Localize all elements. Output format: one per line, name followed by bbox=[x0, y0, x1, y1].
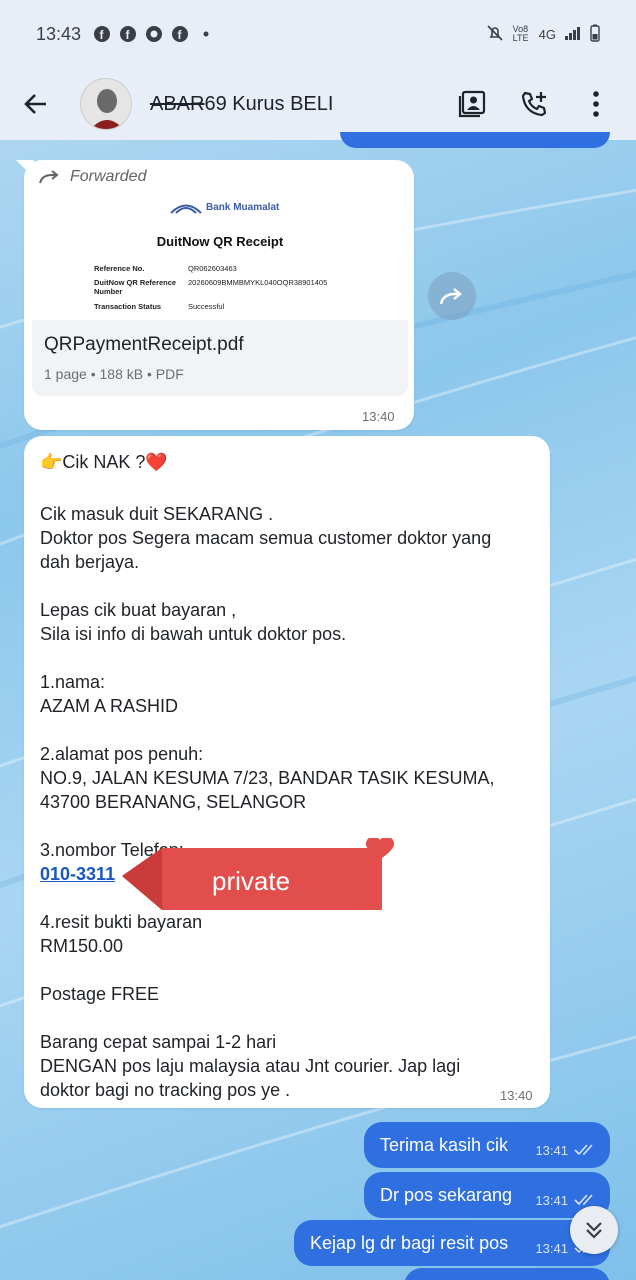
receipt-key: Reference No. bbox=[94, 264, 145, 273]
outgoing-text: Dr pos sekarang bbox=[380, 1184, 513, 1205]
message-line: NO.9, JALAN KESUMA 7/23, BANDAR TASIK KE… bbox=[40, 768, 495, 788]
outgoing-text: Kejap lg dr bagi resit pos bbox=[310, 1232, 509, 1253]
message-time: 13:40 bbox=[500, 1088, 533, 1103]
message-line: Doktor pos Segera macam semua customer d… bbox=[40, 528, 492, 548]
file-meta: 1 page • 188 kB • PDF bbox=[44, 366, 184, 382]
status-time: 13:43 bbox=[36, 23, 82, 44]
back-arrow-icon bbox=[24, 94, 46, 114]
message-time: 13:40 bbox=[362, 409, 395, 424]
chevron-double-down-icon bbox=[586, 1222, 602, 1239]
outgoing-bubble-partial[interactable] bbox=[340, 132, 610, 148]
message-line: AZAM A RASHID bbox=[40, 696, 179, 716]
add-call-button[interactable] bbox=[514, 84, 554, 124]
forward-icon bbox=[39, 170, 59, 184]
file-name: QRPaymentReceipt.pdf bbox=[44, 334, 244, 355]
message-line: DENGAN pos laju malaysia atau Jnt courie… bbox=[40, 1056, 461, 1076]
facebook-icon: f bbox=[171, 25, 189, 43]
volte-label: Vo8 LTE bbox=[512, 24, 529, 43]
incoming-pdf-message[interactable]: Forwarded Bank Muamalat DuitNow QR Recei… bbox=[24, 160, 414, 430]
mute-icon bbox=[485, 23, 505, 46]
message-line: dah berjaya. bbox=[40, 552, 140, 572]
message-line: 43700 BERANANG, SELANGOR bbox=[40, 792, 307, 812]
bank-muamalat-logo-icon bbox=[170, 204, 202, 214]
scroll-to-bottom-button[interactable] bbox=[570, 1206, 618, 1254]
read-receipt-icon bbox=[574, 1144, 593, 1156]
outgoing-text: Terima kasih cik bbox=[380, 1134, 509, 1155]
receipt-title: DuitNow QR Receipt bbox=[156, 234, 284, 249]
more-options-button[interactable] bbox=[576, 84, 616, 124]
chat-title-rest: 69 Kurus BELI bbox=[204, 92, 334, 115]
receipt-row: Reference No. QR062603463 bbox=[94, 264, 237, 273]
outgoing-time: 13:41 bbox=[535, 1192, 568, 1208]
message-line: Barang cepat sampai 1-2 hari bbox=[40, 1032, 277, 1052]
message-line: Sila isi info di bawah untuk doktor pos. bbox=[40, 624, 347, 644]
forward-button[interactable] bbox=[428, 272, 476, 320]
message-line: RM150.00 bbox=[40, 936, 124, 956]
receipt-row: DuitNow QR Reference Number 20260609BMMB… bbox=[94, 278, 327, 296]
forwarded-label: Forwarded bbox=[70, 168, 147, 185]
outgoing-message[interactable]: Terima kasih cik 13:41 bbox=[364, 1122, 610, 1168]
chat-header: ABAR69 Kurus BELI bbox=[0, 68, 636, 140]
avatar[interactable] bbox=[80, 78, 132, 130]
pdf-preview: Bank Muamalat DuitNow QR Receipt Referen… bbox=[32, 196, 408, 320]
network-label: 4G bbox=[538, 26, 556, 42]
battery-icon bbox=[590, 24, 600, 45]
receipt-value: Successful bbox=[188, 302, 225, 311]
message-line: Lepas cik buat bayaran , bbox=[40, 600, 237, 620]
status-bar: 13:43 f f f Vo8 LTE 4G bbox=[0, 0, 636, 68]
receipt-key: Transaction Status bbox=[94, 302, 162, 311]
facebook-icon: f bbox=[93, 25, 111, 43]
forwarded-indicator: Forwarded bbox=[38, 168, 146, 186]
forward-icon bbox=[439, 288, 462, 305]
outgoing-bubble-partial[interactable] bbox=[404, 1268, 610, 1280]
bank-name: Bank Muamalat bbox=[206, 201, 280, 213]
receipt-value: 20260609BMMBMYKL040OQR38901405 bbox=[188, 278, 328, 287]
dot-icon bbox=[197, 25, 215, 43]
bank-logo: Bank Muamalat bbox=[170, 200, 279, 214]
private-label: private bbox=[212, 866, 291, 896]
outgoing-message[interactable]: Dr pos sekarang 13:41 bbox=[364, 1172, 610, 1218]
chat-title[interactable]: ABAR69 Kurus BELI bbox=[150, 93, 333, 116]
outgoing-time: 13:41 bbox=[535, 1142, 568, 1158]
outgoing-time: 13:41 bbox=[535, 1240, 568, 1256]
receipt-row: Transaction Status Successful bbox=[94, 302, 224, 311]
chat-title-struck: ABAR bbox=[150, 92, 205, 115]
message-line: doktor bagi no tracking pos ye . bbox=[40, 1080, 291, 1100]
message-line: 2.alamat pos penuh: bbox=[40, 744, 204, 764]
outgoing-message[interactable]: Kejap lg dr bagi resit pos 13:41 bbox=[294, 1220, 610, 1266]
incoming-text-message[interactable]: 👉Cik NAK ?❤️ Cik masuk duit SEKARANG . D… bbox=[24, 436, 550, 1108]
phone-plus-icon bbox=[521, 91, 547, 117]
message-line: 👉Cik NAK ?❤️ bbox=[40, 452, 168, 472]
receipt-value: QR062603463 bbox=[188, 264, 237, 273]
receipt-key: DuitNow QR Reference Number bbox=[94, 278, 177, 296]
signal-icon bbox=[564, 25, 582, 44]
contact-card-icon bbox=[458, 90, 486, 118]
message-line: 1.nama: bbox=[40, 672, 106, 692]
pdf-attachment[interactable]: Bank Muamalat DuitNow QR Receipt Referen… bbox=[32, 196, 408, 396]
more-vert-icon bbox=[593, 91, 599, 117]
back-button[interactable] bbox=[0, 68, 72, 140]
chrome-icon bbox=[145, 25, 163, 43]
message-line: Postage FREE bbox=[40, 984, 160, 1004]
contact-card-button[interactable] bbox=[452, 84, 492, 124]
read-receipt-icon bbox=[574, 1194, 593, 1206]
message-line: Cik masuk duit SEKARANG . bbox=[40, 504, 274, 524]
facebook-icon: f bbox=[119, 25, 137, 43]
